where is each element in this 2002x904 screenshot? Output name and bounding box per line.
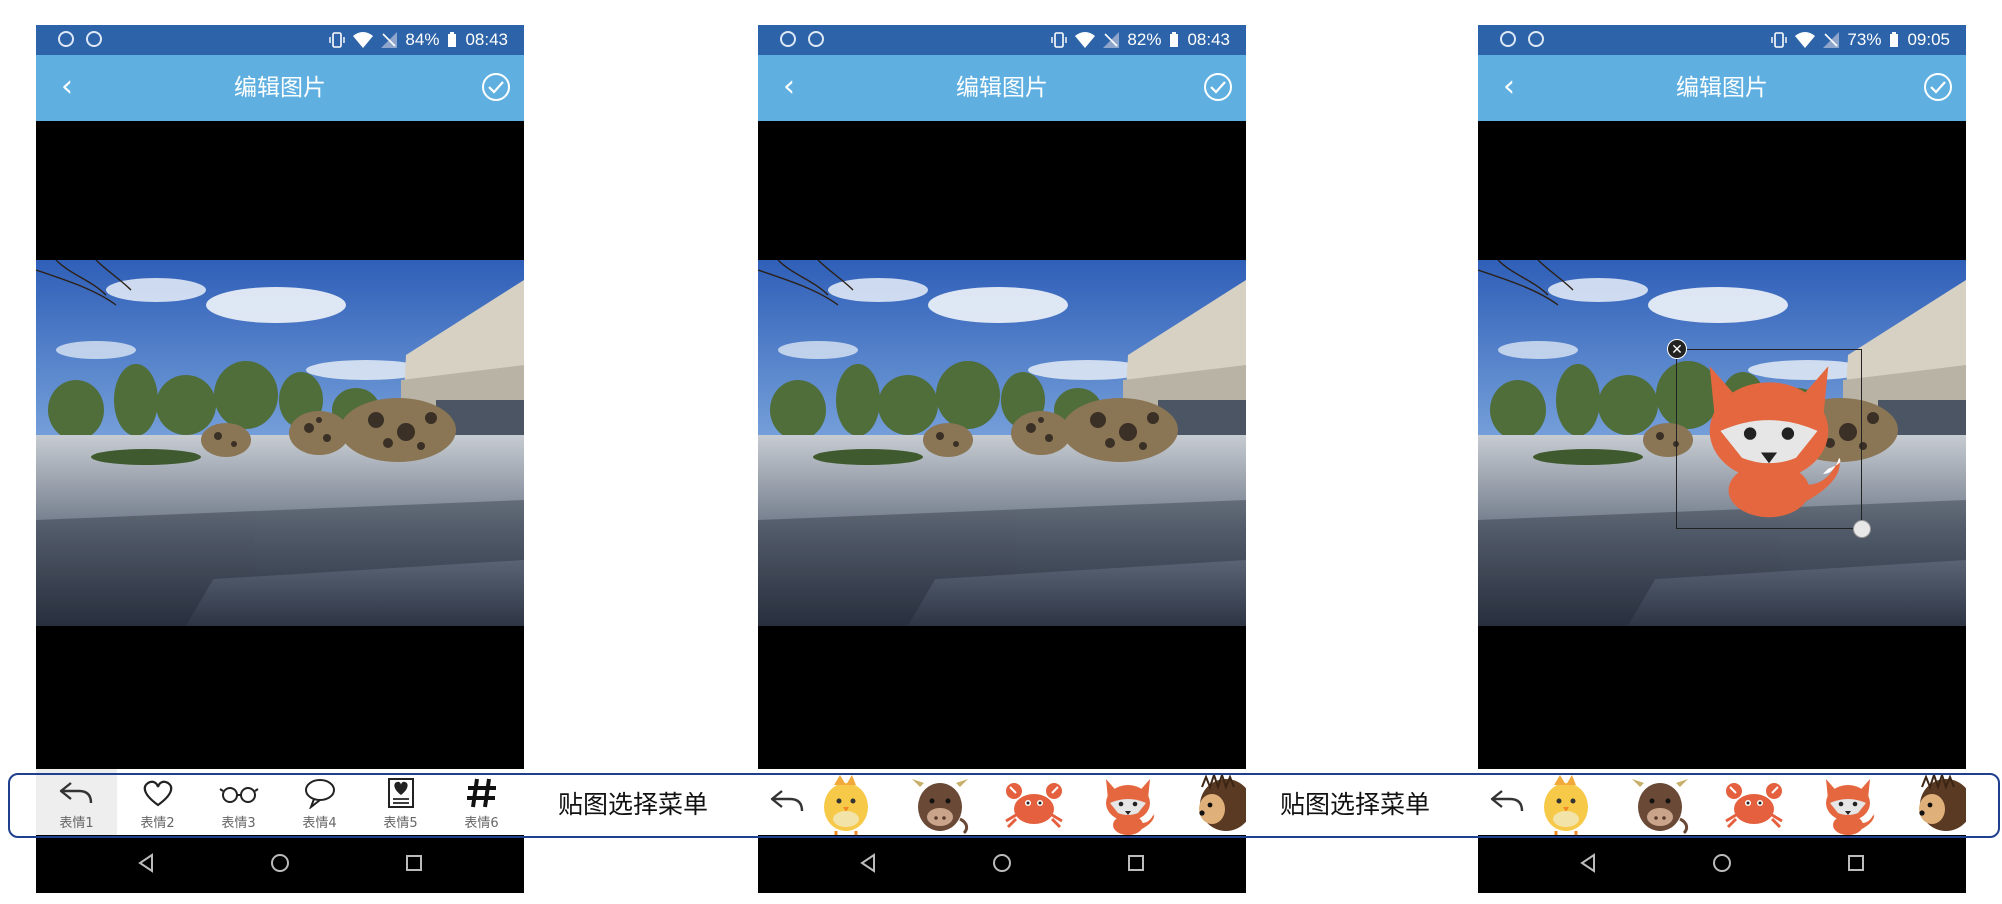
- resize-rotate-handle[interactable]: [1853, 520, 1871, 538]
- sticker-hedgehog[interactable]: [1192, 773, 1246, 839]
- nav-home-icon[interactable]: [1710, 851, 1734, 875]
- emoji-tab-6[interactable]: 表情6: [441, 769, 522, 835]
- nav-recents-icon[interactable]: [1844, 851, 1868, 875]
- sticker-picker-bar: [758, 769, 1246, 839]
- clock: 08:43: [1187, 30, 1230, 49]
- close-icon: ✕: [1671, 342, 1683, 358]
- shield-icon: [86, 31, 102, 47]
- app-bar: ‹ 编辑图片: [36, 55, 524, 121]
- system-nav-bar: [1478, 835, 1966, 893]
- battery-percent: 84%: [405, 30, 440, 49]
- battery-percent: 73%: [1847, 30, 1882, 49]
- edit-photo[interactable]: [758, 260, 1246, 626]
- wifi-icon: [353, 32, 374, 48]
- sticker-fox[interactable]: [1098, 773, 1162, 839]
- status-bar: 73% 09:05: [1478, 25, 1966, 55]
- status-bar: 84% 08:43: [36, 25, 524, 55]
- shield-icon: [808, 31, 824, 47]
- vibrate-icon: [329, 32, 346, 48]
- phone-screen-3: 73% 09:05 ‹ 编辑图片 ✕: [1478, 25, 1966, 893]
- battery-percent: 82%: [1127, 30, 1162, 49]
- glasses-icon: [218, 787, 259, 803]
- sync-icon: [780, 31, 796, 47]
- sticker-hedgehog[interactable]: [1912, 773, 1966, 839]
- sync-icon: [1500, 31, 1516, 47]
- wifi-icon: [1795, 32, 1816, 48]
- emoji-tab-label: 表情3: [221, 816, 256, 831]
- battery-icon: [448, 32, 457, 47]
- emoji-tab-label: 表情4: [302, 816, 337, 831]
- nav-recents-icon[interactable]: [402, 851, 426, 875]
- battery-icon: [1890, 32, 1899, 47]
- sticker-menu-label-2: 贴图选择菜单: [1274, 780, 1437, 830]
- nav-home-icon[interactable]: [268, 851, 292, 875]
- nav-back-icon[interactable]: [134, 851, 158, 875]
- emoji-tab-5[interactable]: 表情5: [360, 769, 441, 835]
- emoji-tab-label: 表情1: [59, 816, 94, 831]
- phone-screen-1: 84% 08:43 ‹ 编辑图片 表情1 表情2 表情3 表情4 表情5 表情6: [36, 25, 524, 893]
- sticker-cow[interactable]: [910, 773, 974, 839]
- undo-icon[interactable]: [1488, 785, 1528, 817]
- clock: 09:05: [1907, 30, 1950, 49]
- emoji-tab-3[interactable]: 表情3: [198, 769, 279, 835]
- nav-home-icon[interactable]: [990, 851, 1014, 875]
- confirm-button[interactable]: [1922, 71, 1954, 103]
- confirm-button[interactable]: [480, 71, 512, 103]
- nav-back-icon[interactable]: [1576, 851, 1600, 875]
- emoji-category-bar: 表情1 表情2 表情3 表情4 表情5 表情6: [36, 769, 524, 835]
- sync-icon: [58, 31, 74, 47]
- heart-icon: [143, 780, 172, 807]
- page-title: 编辑图片: [1676, 75, 1768, 101]
- no-signal-icon: [1103, 32, 1120, 48]
- delete-sticker-button[interactable]: ✕: [1667, 339, 1687, 359]
- shield-icon: [1528, 31, 1544, 47]
- sticker-crab[interactable]: [1004, 773, 1068, 839]
- sticker-chick[interactable]: [1536, 773, 1600, 839]
- heart-document-icon: [387, 778, 414, 808]
- hash-icon: [466, 778, 496, 808]
- emoji-tab-label: 表情5: [383, 816, 418, 831]
- phone-screen-2: 82% 08:43 ‹ 编辑图片: [758, 25, 1246, 893]
- sticker-menu-label-1: 贴图选择菜单: [552, 780, 715, 830]
- app-bar: ‹ 编辑图片: [1478, 55, 1966, 121]
- nav-back-icon[interactable]: [856, 851, 880, 875]
- emoji-tab-4[interactable]: 表情4: [279, 769, 360, 835]
- vibrate-icon: [1771, 32, 1788, 48]
- sticker-chick[interactable]: [816, 773, 880, 839]
- no-signal-icon: [1823, 32, 1840, 48]
- undo-icon: [59, 781, 92, 805]
- page-title: 编辑图片: [956, 75, 1048, 101]
- sticker-selection-frame[interactable]: [1676, 349, 1862, 529]
- emoji-tab-label: 表情6: [464, 816, 499, 831]
- confirm-button[interactable]: [1202, 71, 1234, 103]
- sticker-picker-bar: [1478, 769, 1966, 839]
- sticker-crab[interactable]: [1724, 773, 1788, 839]
- sticker-fox[interactable]: [1818, 773, 1882, 839]
- system-nav-bar: [758, 835, 1246, 893]
- emoji-tab-1[interactable]: 表情1: [36, 769, 117, 835]
- vibrate-icon: [1051, 32, 1068, 48]
- nav-recents-icon[interactable]: [1124, 851, 1148, 875]
- emoji-tab-label: 表情2: [140, 816, 175, 831]
- undo-icon[interactable]: [768, 785, 808, 817]
- sticker-cow[interactable]: [1630, 773, 1694, 839]
- battery-icon: [1170, 32, 1179, 47]
- edit-photo[interactable]: [36, 260, 524, 626]
- wifi-icon: [1075, 32, 1096, 48]
- status-bar: 82% 08:43: [758, 25, 1246, 55]
- emoji-tab-2[interactable]: 表情2: [117, 769, 198, 835]
- no-signal-icon: [381, 32, 398, 48]
- clock: 08:43: [465, 30, 508, 49]
- app-bar: ‹ 编辑图片: [758, 55, 1246, 121]
- speech-bubble-icon: [304, 779, 335, 809]
- system-nav-bar: [36, 835, 524, 893]
- placed-sticker-fox[interactable]: [1677, 350, 1861, 528]
- page-title: 编辑图片: [234, 75, 326, 101]
